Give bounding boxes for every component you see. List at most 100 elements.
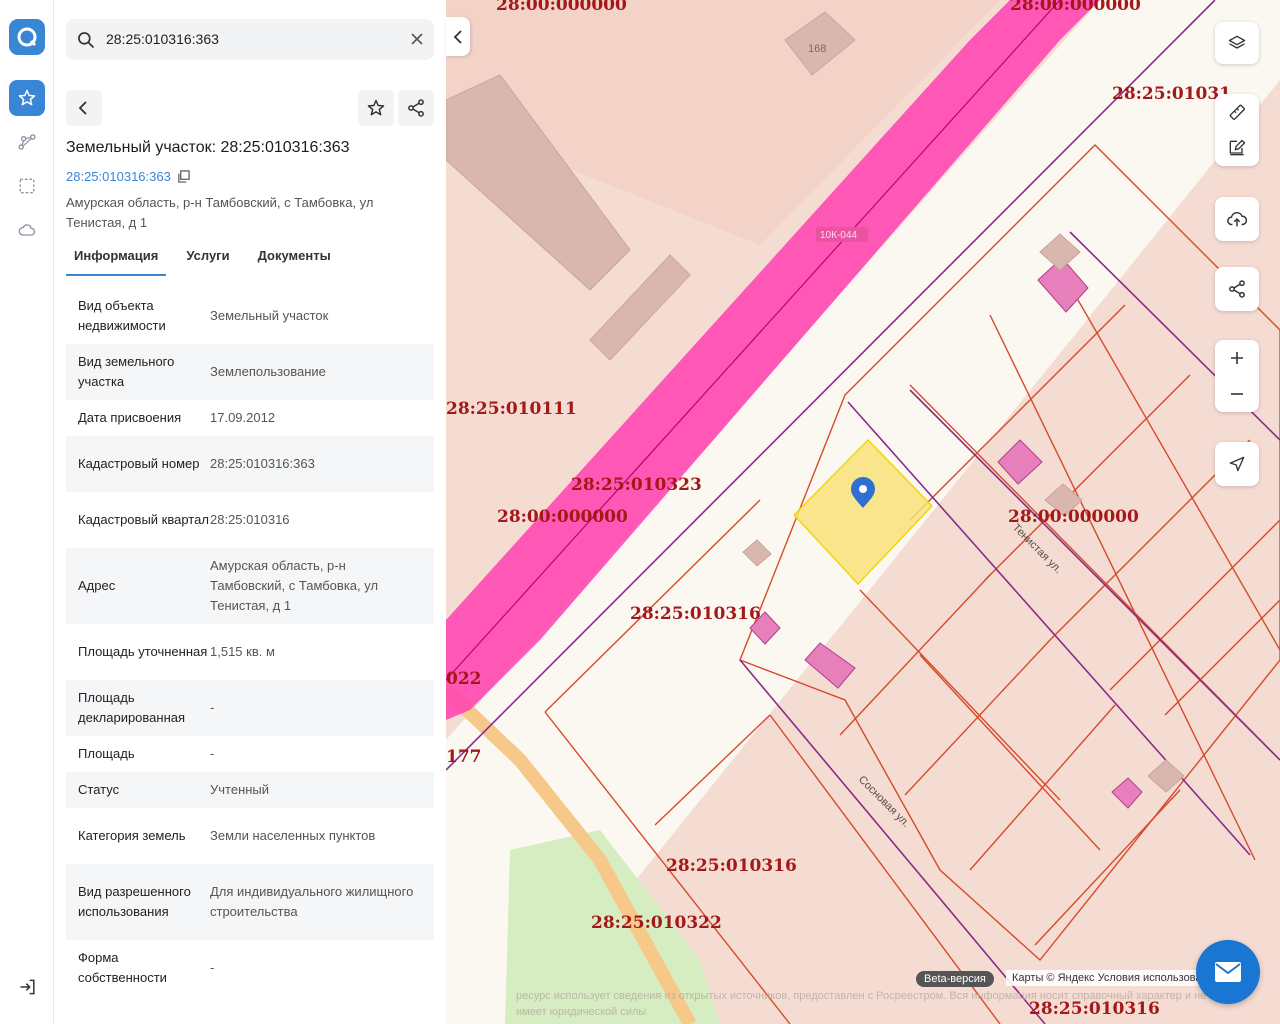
beta-badge: Beta-версия [916, 971, 994, 987]
info-key: Категория земель [78, 828, 186, 843]
map-label: 28:25:010323 [571, 475, 702, 495]
map-label: 28:25:010316 [630, 604, 761, 624]
info-panel: 28:25:010316:363 Земельный участок: 28:2… [54, 0, 446, 1024]
info-row: Кадастровый квартал 28:25:010316 [66, 492, 434, 548]
info-key: Статус [78, 782, 120, 797]
map-label: 28:25:01031 [1112, 84, 1231, 104]
map-label: 28:00:000000 [497, 507, 628, 527]
edit-icon [1229, 139, 1246, 156]
logo-icon [17, 27, 37, 47]
left-rail [0, 0, 54, 1024]
back-button[interactable] [66, 90, 102, 126]
layers-button[interactable] [1215, 22, 1259, 64]
info-value: Для индивидуального жилищного строительс… [210, 884, 414, 919]
info-value: - [210, 700, 215, 715]
plus-icon [1231, 352, 1243, 364]
page-title: Земельный участок: 28:25:010316:363 [66, 139, 350, 156]
search-icon [76, 30, 96, 55]
info-value: Учтенный [210, 782, 270, 797]
edit-button[interactable] [1215, 130, 1259, 166]
tools-control [1215, 94, 1259, 166]
star-icon [18, 89, 36, 106]
route-nav-button[interactable] [9, 124, 45, 160]
ruler-button[interactable] [1215, 94, 1259, 130]
search-box[interactable]: 28:25:010316:363 [66, 19, 434, 60]
map-label: 28:25:010322 [591, 913, 722, 933]
envelope-icon [1215, 962, 1241, 982]
cloud-nav-button[interactable] [9, 212, 45, 248]
route-icon [18, 134, 36, 150]
info-row: Вид объекта недвижимости Земельный участо… [66, 288, 434, 344]
info-row: Вид земельного участка Землепользование [66, 344, 434, 400]
info-key: Вид объекта недвижимости [78, 298, 166, 333]
map-disclaimer: ресурс использует сведения из открытых и… [516, 990, 1207, 1018]
copy-icon [178, 170, 190, 183]
map-canvas[interactable]: 28:00:000000 28:00:000000 28:25:01031 28… [446, 0, 1280, 1024]
info-key: Кадастровый номер [78, 456, 200, 471]
info-value: Амурская область, р-н Тамбовский, с Тамб… [210, 558, 379, 613]
search-input[interactable]: 28:25:010316:363 [106, 31, 219, 47]
ruler-icon [1229, 104, 1245, 120]
info-key: Вид разрешенного использования [78, 884, 191, 919]
locate-button[interactable] [1215, 442, 1259, 486]
info-row: Адрес Амурская область, р-н Тамбовский, с… [66, 548, 434, 624]
tab-documents[interactable]: Документы [250, 245, 339, 276]
logout-button[interactable] [18, 977, 38, 1002]
favorite-button[interactable] [358, 90, 394, 126]
map-label: 28:00:000000 [1010, 0, 1141, 15]
zoom-out-button[interactable] [1215, 376, 1259, 412]
map-label: 28:25:010316 [666, 856, 797, 876]
info-value: Земли населенных пунктов [210, 828, 376, 843]
info-key: Площадь уточненная [78, 644, 208, 659]
info-value: - [210, 746, 215, 761]
info-key: Вид земельного участка [78, 354, 175, 389]
cadastral-number-text[interactable]: 28:25:010316:363 [66, 169, 171, 184]
cloud-icon [18, 224, 36, 236]
upload-control [1215, 197, 1259, 241]
info-row: Площадь - [66, 736, 434, 772]
info-key: Адрес [78, 578, 116, 593]
dashed-square-icon [19, 178, 35, 194]
share-button[interactable] [398, 90, 434, 126]
info-value: 28:25:010316 [210, 512, 290, 527]
collapse-panel-button[interactable] [446, 17, 470, 56]
info-key: Форма собственности [78, 950, 167, 985]
app-logo[interactable] [9, 19, 45, 55]
zoom-in-button[interactable] [1215, 340, 1259, 376]
info-key: Площадь декларированная [78, 690, 186, 725]
minus-icon [1231, 393, 1243, 395]
info-row: Категория земель Земли населенных пунктов [66, 808, 434, 864]
info-key: Площадь [78, 746, 135, 761]
navigation-arrow-icon [1229, 456, 1245, 472]
share-icon [408, 99, 424, 117]
map-share-button[interactable] [1215, 267, 1259, 311]
map-attribution[interactable]: Карты © Яндекс Условия использования [1006, 970, 1206, 986]
road-number: 10К-044 [820, 230, 857, 241]
map-label: 28:00:000000 [496, 0, 627, 15]
favorites-nav-button[interactable] [9, 80, 45, 116]
map-label: 177 [446, 747, 482, 767]
select-area-nav-button[interactable] [9, 168, 45, 204]
locate-control [1215, 442, 1259, 486]
chevron-left-icon [78, 101, 87, 115]
share-icon [1229, 280, 1245, 298]
info-key: Кадастровый квартал [78, 512, 209, 527]
layers-control [1215, 22, 1259, 64]
clear-search-icon[interactable] [410, 32, 424, 51]
info-row: Площадь декларированная - [66, 680, 434, 736]
chevron-left-icon [453, 29, 462, 44]
tab-services[interactable]: Услуги [178, 245, 237, 276]
cadastral-map[interactable]: 28:00:000000 28:00:000000 28:25:01031 28… [446, 0, 1280, 1024]
cadastral-number-link[interactable]: 28:25:010316:363 [66, 169, 190, 184]
map-label: 28:00:000000 [1008, 507, 1139, 527]
tab-information[interactable]: Информация [66, 245, 167, 276]
feedback-mail-button[interactable] [1196, 940, 1260, 1004]
share-control [1215, 267, 1259, 311]
upload-button[interactable] [1215, 197, 1259, 241]
info-row: Дата присвоения 17.09.2012 [66, 400, 434, 436]
info-row: Площадь уточненная 1,515 кв. м [66, 624, 434, 680]
map-label: 28:25:010111 [446, 399, 577, 419]
info-value: 1,515 кв. м [210, 644, 275, 659]
logout-icon [20, 979, 35, 995]
info-key: Дата присвоения [78, 410, 182, 425]
